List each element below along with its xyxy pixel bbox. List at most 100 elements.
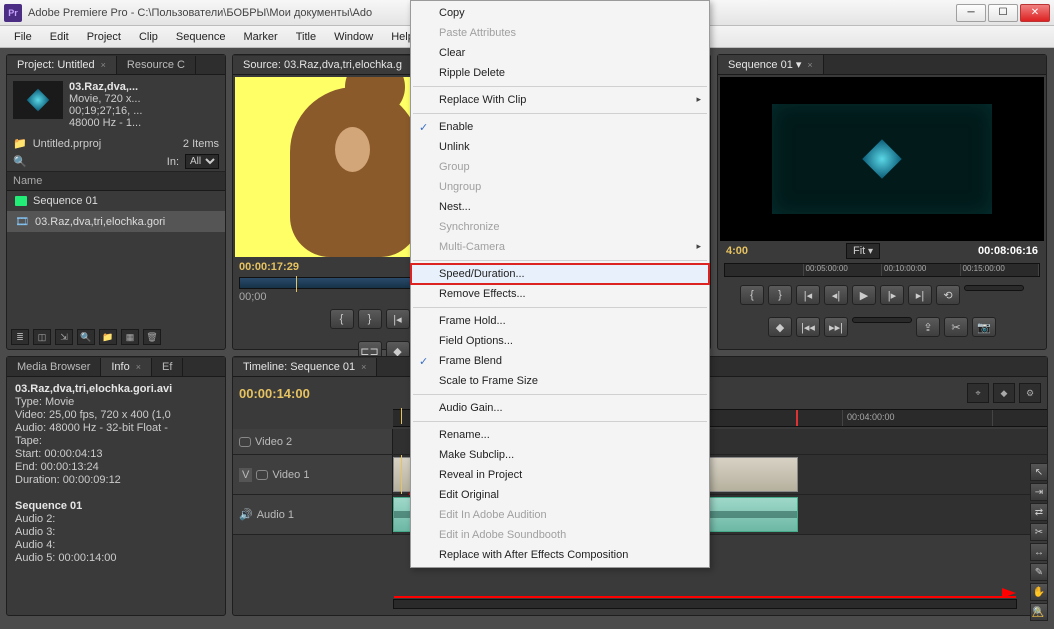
razor-tool[interactable]: ✂ — [1030, 523, 1048, 541]
ctx-separator — [413, 421, 707, 422]
list-view-button[interactable]: ≣ — [11, 329, 29, 345]
ctx-speed-duration[interactable]: Speed/Duration... — [411, 264, 709, 284]
icon-view-button[interactable]: ◫ — [33, 329, 51, 345]
program-timecode-left[interactable]: 4:00 — [726, 245, 748, 257]
tab-project[interactable]: Project: Untitled× — [7, 56, 117, 74]
tab-timeline-seq[interactable]: Timeline: Sequence 01× — [233, 358, 377, 376]
lift-button[interactable]: ⇪ — [916, 317, 940, 337]
warning-icon[interactable]: ⚠ — [1031, 604, 1044, 621]
ctx-replace-with-clip[interactable]: Replace With Clip — [411, 90, 709, 110]
in-filter-select[interactable]: All — [185, 154, 219, 169]
tab-media-browser[interactable]: Media Browser — [7, 358, 101, 376]
ctx-frame-hold[interactable]: Frame Hold... — [411, 311, 709, 331]
prog-set-out-button[interactable]: } — [768, 285, 792, 305]
prog-marker-button[interactable]: ◆ — [768, 317, 792, 337]
settings-button[interactable]: ⚙ — [1019, 383, 1041, 403]
ctx-clear[interactable]: Clear — [411, 43, 709, 63]
extract-button[interactable]: ✂ — [944, 317, 968, 337]
v1-label[interactable]: Video 1 — [272, 469, 309, 481]
info-audio: Audio: 48000 Hz - 32-bit Float - — [15, 422, 217, 435]
prog-goto-out-button[interactable]: ▸| — [908, 285, 932, 305]
ctx-scale-to-frame-size[interactable]: Scale to Frame Size — [411, 371, 709, 391]
automate-button[interactable]: ⇲ — [55, 329, 73, 345]
pen-tool[interactable]: ✎ — [1030, 563, 1048, 581]
clip-thumbnail[interactable] — [13, 81, 63, 119]
work-area-end[interactable] — [796, 410, 798, 426]
ctx-replace-with-after-effects-composition[interactable]: Replace with After Effects Composition — [411, 545, 709, 565]
ctx-reveal-in-project[interactable]: Reveal in Project — [411, 465, 709, 485]
source-timecode-left[interactable]: 00:00:17:29 — [239, 261, 299, 273]
prog-step-back-button[interactable]: ◂| — [824, 285, 848, 305]
ctx-rename[interactable]: Rename... — [411, 425, 709, 445]
a1-speaker-icon[interactable]: 🔊 — [239, 508, 253, 521]
prog-prev-edit-button[interactable]: |◂◂ — [796, 317, 820, 337]
ctx-field-options[interactable]: Field Options... — [411, 331, 709, 351]
export-frame-button[interactable]: 📷 — [972, 317, 996, 337]
marker-tl-button[interactable]: ◆ — [993, 383, 1015, 403]
tab-resource-central[interactable]: Resource C — [117, 56, 196, 74]
prog-next-edit-button[interactable]: ▸▸| — [824, 317, 848, 337]
clip-duration: 00;19;27;16, ... — [69, 105, 142, 117]
v2-label[interactable]: Video 2 — [255, 436, 292, 448]
bin-sequence[interactable]: Sequence 01 — [7, 191, 225, 211]
ctx-copy[interactable]: Copy — [411, 3, 709, 23]
ctx-remove-effects[interactable]: Remove Effects... — [411, 284, 709, 304]
program-viewport[interactable] — [720, 77, 1044, 241]
ctx-ripple-delete[interactable]: Ripple Delete — [411, 63, 709, 83]
set-in-button[interactable]: { — [330, 309, 354, 329]
ctx-edit-original[interactable]: Edit Original — [411, 485, 709, 505]
tab-source[interactable]: Source: 03.Raz,dva,tri,elochka.g — [233, 56, 413, 74]
ctx-enable[interactable]: Enable✓ — [411, 117, 709, 137]
goto-in-button[interactable]: |◂ — [386, 309, 410, 329]
menu-sequence[interactable]: Sequence — [168, 29, 234, 45]
ctx-audio-gain[interactable]: Audio Gain... — [411, 398, 709, 418]
prog-goto-in-button[interactable]: |◂ — [796, 285, 820, 305]
prog-set-in-button[interactable]: { — [740, 285, 764, 305]
find-button[interactable]: 🔍 — [77, 329, 95, 345]
v1-eye-icon[interactable] — [256, 470, 268, 480]
prog-play-button[interactable]: ▶ — [852, 285, 876, 305]
prog-shuttle-slider[interactable] — [964, 285, 1024, 291]
minimize-button[interactable]: ─ — [956, 4, 986, 22]
ctx-nest[interactable]: Nest... — [411, 197, 709, 217]
new-item-button[interactable]: ▦ — [121, 329, 139, 345]
menu-file[interactable]: File — [6, 29, 40, 45]
ripple-edit-tool[interactable]: ⇄ — [1030, 503, 1048, 521]
column-name[interactable]: Name — [7, 172, 225, 191]
prog-jog-slider[interactable] — [852, 317, 912, 323]
program-ruler[interactable]: 00:05:00:00 00:10:00:00 00:15:00:00 — [724, 263, 1040, 277]
menu-project[interactable]: Project — [79, 29, 129, 45]
menu-marker[interactable]: Marker — [235, 29, 285, 45]
search-icon[interactable]: 🔍 — [13, 155, 27, 168]
set-out-button[interactable]: } — [358, 309, 382, 329]
zoom-fit-select[interactable]: Fit ▾ — [846, 243, 880, 259]
bin-clip[interactable]: 🎞 03.Raz,dva,tri,elochka.gori — [7, 211, 225, 232]
close-button[interactable]: ✕ — [1020, 4, 1050, 22]
timeline-playhead[interactable] — [401, 408, 402, 424]
info-a3: Audio 3: — [15, 526, 217, 539]
track-select-tool[interactable]: ⇥ — [1030, 483, 1048, 501]
delete-button[interactable]: 🗑 — [143, 329, 161, 345]
new-bin-button[interactable]: 📁 — [99, 329, 117, 345]
menu-title[interactable]: Title — [288, 29, 324, 45]
ctx-unlink[interactable]: Unlink — [411, 137, 709, 157]
menu-window[interactable]: Window — [326, 29, 381, 45]
prog-step-fwd-button[interactable]: |▸ — [880, 285, 904, 305]
snap-button[interactable]: ⌖ — [967, 383, 989, 403]
selection-tool[interactable]: ↖ — [1030, 463, 1048, 481]
timeline-zoom-scrollbar[interactable] — [393, 599, 1017, 609]
slip-tool[interactable]: ↔ — [1030, 543, 1048, 561]
timeline-timecode[interactable]: 00:00:14:00 — [239, 386, 310, 401]
a1-label[interactable]: Audio 1 — [257, 509, 294, 521]
hand-tool[interactable]: ✋ — [1030, 583, 1048, 601]
maximize-button[interactable]: ☐ — [988, 4, 1018, 22]
menu-edit[interactable]: Edit — [42, 29, 77, 45]
ctx-make-subclip[interactable]: Make Subclip... — [411, 445, 709, 465]
prog-loop-button[interactable]: ⟲ — [936, 285, 960, 305]
tab-program-seq[interactable]: Sequence 01 ▾× — [718, 55, 824, 74]
v2-eye-icon[interactable] — [239, 437, 251, 447]
tab-info[interactable]: Info× — [101, 358, 152, 376]
tab-effects[interactable]: Ef — [152, 358, 183, 376]
ctx-frame-blend[interactable]: Frame Blend✓ — [411, 351, 709, 371]
menu-clip[interactable]: Clip — [131, 29, 166, 45]
